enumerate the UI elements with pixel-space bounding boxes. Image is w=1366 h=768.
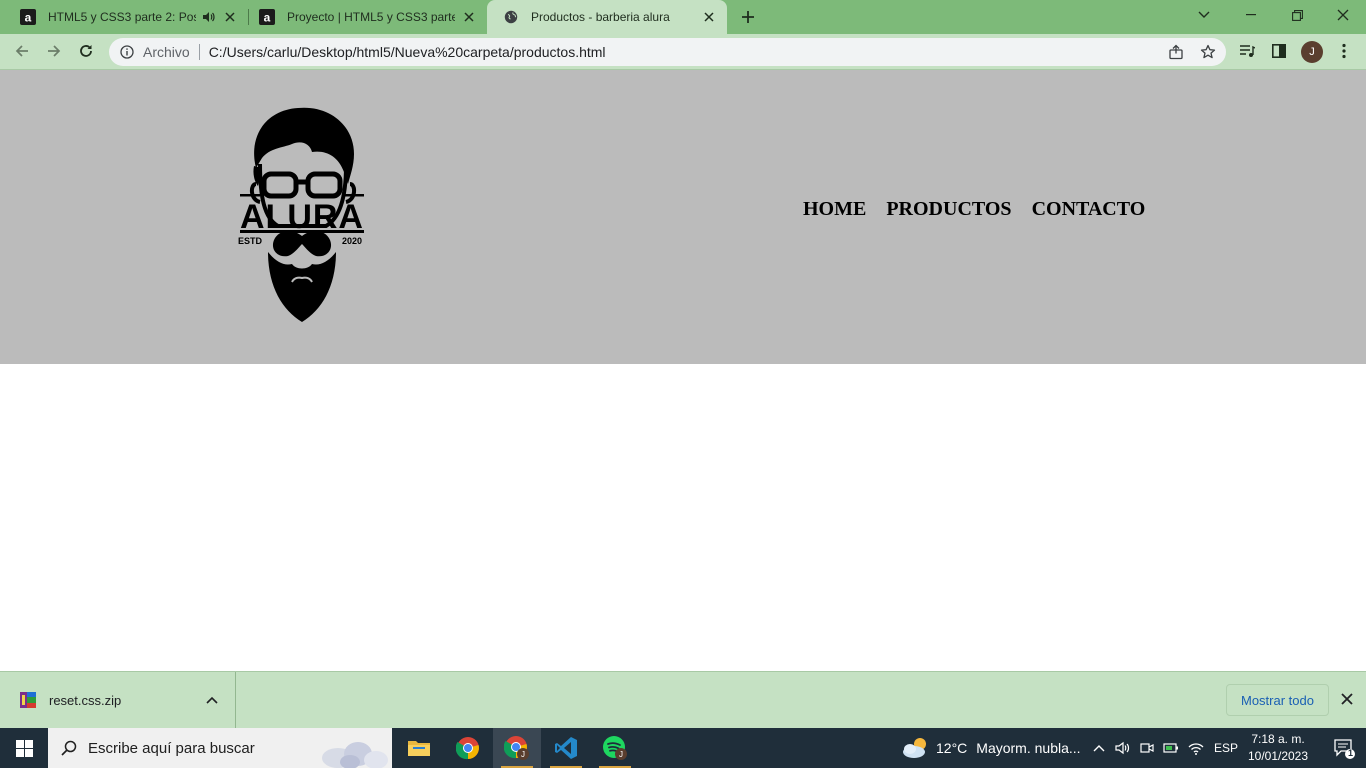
- globe-icon: [503, 9, 519, 25]
- svg-text:2020: 2020: [342, 236, 362, 246]
- battery-icon: [1163, 743, 1178, 753]
- clock-time: 7:18 a. m.: [1251, 732, 1305, 746]
- file-chip[interactable]: Archivo: [143, 44, 190, 60]
- back-button[interactable]: [8, 38, 36, 66]
- page-viewport: ALURA ESTD 2020 HOME PRODUCTOS CONTACTO: [0, 70, 1366, 671]
- close-tab-icon[interactable]: [461, 9, 477, 25]
- close-download-bar-button[interactable]: [1338, 691, 1356, 709]
- search-placeholder: Escribe aquí para buscar: [88, 739, 255, 757]
- volume-button[interactable]: [1114, 728, 1132, 768]
- restore-button[interactable]: [1274, 0, 1320, 30]
- tab-title: HTML5 y CSS3 parte 2: Posici: [48, 10, 196, 24]
- network-button[interactable]: [1187, 728, 1205, 768]
- vscode-icon: [555, 737, 577, 759]
- show-all-downloads-button[interactable]: Mostrar todo: [1226, 684, 1329, 716]
- tab-title: Proyecto | HTML5 y CSS3 parte 2: [287, 10, 455, 24]
- playlist-icon: [1239, 44, 1256, 61]
- download-bar: reset.css.zip Mostrar todo: [0, 671, 1366, 728]
- alura-logo[interactable]: ALURA ESTD 2020: [232, 106, 372, 326]
- wifi-icon: [1188, 743, 1204, 755]
- meet-now-button[interactable]: [1139, 728, 1155, 768]
- chevron-up-icon: [1093, 745, 1105, 752]
- site-header: ALURA ESTD 2020 HOME PRODUCTOS CONTACTO: [0, 70, 1366, 364]
- tab-html5-course[interactable]: a HTML5 y CSS3 parte 2: Posici: [4, 0, 248, 34]
- archive-icon: [20, 692, 36, 708]
- folder-icon: [408, 741, 430, 756]
- weather-temp: 12°C: [936, 740, 968, 756]
- taskbar-chrome-profile[interactable]: J: [493, 728, 541, 768]
- address-bar[interactable]: Archivo C:/Users/carlu/Desktop/html5/Nue…: [109, 38, 1226, 66]
- clock[interactable]: 7:18 a. m. 10/01/2023: [1244, 731, 1312, 765]
- speaker-icon[interactable]: [200, 9, 216, 25]
- notification-center-button[interactable]: 1: [1322, 728, 1366, 768]
- tab-title: Productos - barberia alura: [531, 10, 670, 24]
- site-nav: HOME PRODUCTOS CONTACTO: [803, 198, 1145, 221]
- spotify-icon: J: [603, 736, 627, 760]
- tab-strip: a HTML5 y CSS3 parte 2: Posici a Proyect…: [0, 0, 1366, 34]
- chevron-up-icon[interactable]: [204, 692, 220, 708]
- side-panel-button[interactable]: [1265, 38, 1293, 66]
- side-panel-icon: [1272, 43, 1286, 61]
- show-hidden-icons-button[interactable]: [1091, 728, 1107, 768]
- chrome-profile-icon: J: [504, 736, 529, 760]
- weather-condition: Mayorm. nubla...: [976, 740, 1081, 756]
- arrow-left-icon: [14, 43, 30, 62]
- url-text[interactable]: C:/Users/carlu/Desktop/html5/Nueva%20car…: [209, 44, 606, 60]
- alura-icon: a: [259, 9, 275, 25]
- battery-button[interactable]: [1162, 728, 1180, 768]
- svg-text:J: J: [521, 750, 525, 759]
- nav-home-link[interactable]: HOME: [803, 198, 866, 221]
- tab-search-button[interactable]: [1181, 0, 1227, 30]
- media-controls-button[interactable]: [1233, 38, 1261, 66]
- chip-divider: [198, 44, 200, 60]
- svg-text:J: J: [619, 750, 623, 759]
- close-window-button[interactable]: [1320, 0, 1366, 30]
- search-icon: [61, 740, 77, 756]
- svg-text:ESTD: ESTD: [238, 236, 263, 246]
- notification-count: 1: [1348, 748, 1354, 758]
- bookmark-star-icon[interactable]: [1198, 42, 1218, 62]
- nav-productos-link[interactable]: PRODUCTOS: [886, 198, 1011, 221]
- camera-icon: [1140, 743, 1154, 753]
- new-tab-button[interactable]: [737, 6, 759, 28]
- alura-icon: a: [20, 9, 36, 25]
- language-indicator[interactable]: ESP: [1214, 728, 1238, 768]
- search-highlight-image: [322, 742, 388, 768]
- taskbar-file-explorer[interactable]: [395, 728, 443, 768]
- profile-avatar[interactable]: J: [1301, 41, 1323, 63]
- menu-button[interactable]: [1330, 38, 1358, 66]
- tab-productos[interactable]: Productos - barberia alura: [487, 0, 727, 34]
- taskbar-chrome[interactable]: [444, 728, 492, 768]
- close-icon: [1341, 692, 1353, 708]
- info-icon[interactable]: [119, 44, 135, 60]
- windows-logo-icon: [15, 739, 33, 757]
- browser-toolbar: Archivo C:/Users/carlu/Desktop/html5/Nue…: [0, 34, 1366, 70]
- taskbar-vscode[interactable]: [542, 728, 590, 768]
- close-tab-icon[interactable]: [701, 9, 717, 25]
- svg-text:a: a: [264, 11, 271, 25]
- tab-proyecto[interactable]: a Proyecto | HTML5 y CSS3 parte 2: [243, 0, 487, 34]
- arrow-right-icon: [46, 43, 62, 62]
- cloudy-weather-icon: [903, 738, 926, 758]
- share-icon[interactable]: [1166, 42, 1186, 62]
- download-item[interactable]: reset.css.zip: [0, 672, 236, 728]
- svg-text:a: a: [25, 11, 32, 25]
- taskbar-spotify[interactable]: J: [591, 728, 639, 768]
- clock-date: 10/01/2023: [1247, 749, 1309, 763]
- close-tab-icon[interactable]: [222, 9, 238, 25]
- barber-logo-image: ALURA ESTD 2020: [238, 107, 364, 322]
- speaker-icon: [1115, 741, 1130, 755]
- nav-contacto-link[interactable]: CONTACTO: [1032, 198, 1146, 221]
- start-button[interactable]: [0, 728, 48, 768]
- forward-button[interactable]: [40, 38, 68, 66]
- kebab-menu-icon: [1342, 43, 1346, 62]
- reload-icon: [78, 43, 94, 62]
- windows-taskbar: Escribe aquí para buscar J J 12°C Mayorm…: [0, 728, 1366, 768]
- chrome-icon: [456, 737, 479, 760]
- download-file-name: reset.css.zip: [49, 692, 122, 708]
- taskbar-search[interactable]: Escribe aquí para buscar: [48, 728, 392, 768]
- weather-widget[interactable]: 12°C Mayorm. nubla...: [900, 728, 1081, 768]
- minimize-button[interactable]: [1228, 0, 1274, 30]
- reload-button[interactable]: [72, 38, 100, 66]
